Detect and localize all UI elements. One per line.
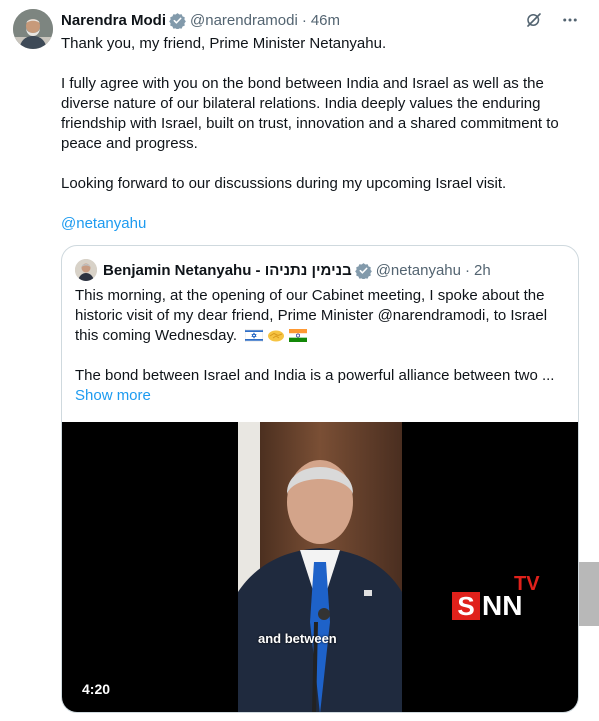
- mention-link[interactable]: @netanyahu: [61, 215, 146, 232]
- tweet-paragraph: Thank you, my friend, Prime Minister Net…: [61, 35, 387, 52]
- verified-badge-icon[interactable]: [354, 262, 372, 280]
- tweet-top-actions: [525, 11, 579, 29]
- tweet-paragraph: Looking forward to our discussions durin…: [61, 175, 507, 192]
- handshake-icon: [267, 328, 285, 342]
- show-more-link[interactable]: Show more: [75, 386, 569, 406]
- video-caption: and between: [258, 631, 337, 646]
- tweet[interactable]: Narendra Modi @narendramodi · 46m Thank …: [0, 0, 599, 721]
- quoted-tweet-body: This morning, at the opening of our Cabi…: [75, 286, 569, 406]
- quoted-author-name[interactable]: Benjamin Netanyahu - בנימין נתניהו: [103, 262, 352, 279]
- quoted-tweet-timestamp[interactable]: 2h: [474, 262, 491, 279]
- author-name[interactable]: Narendra Modi: [61, 12, 166, 29]
- tweet-paragraph: I fully agree with you on the bond betwe…: [61, 75, 559, 152]
- svg-text:TV: TV: [514, 573, 540, 595]
- tweet-header: Narendra Modi @narendramodi · 46m: [61, 10, 340, 30]
- author-avatar[interactable]: [13, 9, 53, 49]
- video-duration: 4:20: [82, 681, 111, 697]
- separator-dot: ·: [465, 261, 470, 279]
- quoted-author-avatar[interactable]: [75, 259, 97, 281]
- tweet-timestamp[interactable]: 46m: [311, 12, 340, 29]
- author-handle[interactable]: @narendramodi: [190, 12, 298, 29]
- quoted-paragraph: The bond between Israel and India is a p…: [75, 367, 555, 384]
- quoted-tweet-header: Benjamin Netanyahu - בנימין נתניהו @neta…: [75, 259, 491, 281]
- video-frame: [238, 422, 402, 712]
- emoji-group: [244, 328, 308, 343]
- tweet-body: Thank you, my friend, Prime Minister Net…: [61, 34, 581, 234]
- video-player[interactable]: and between S NN TV 4:20: [62, 422, 578, 712]
- israel-flag-icon: [244, 328, 264, 343]
- grok-icon[interactable]: [525, 11, 543, 29]
- quoted-tweet[interactable]: Benjamin Netanyahu - בנימין נתניהו @neta…: [61, 245, 579, 713]
- quoted-author-handle[interactable]: @netanyahu: [376, 262, 461, 279]
- scroll-handle[interactable]: [579, 562, 599, 626]
- quoted-paragraph: This morning, at the opening of our Cabi…: [75, 287, 548, 344]
- more-icon[interactable]: [561, 11, 579, 29]
- india-flag-icon: [289, 328, 308, 342]
- svg-text:S: S: [457, 591, 474, 621]
- verified-badge-icon[interactable]: [169, 12, 186, 30]
- snn-tv-logo: S NN TV: [448, 570, 544, 622]
- separator-dot: ·: [301, 11, 307, 29]
